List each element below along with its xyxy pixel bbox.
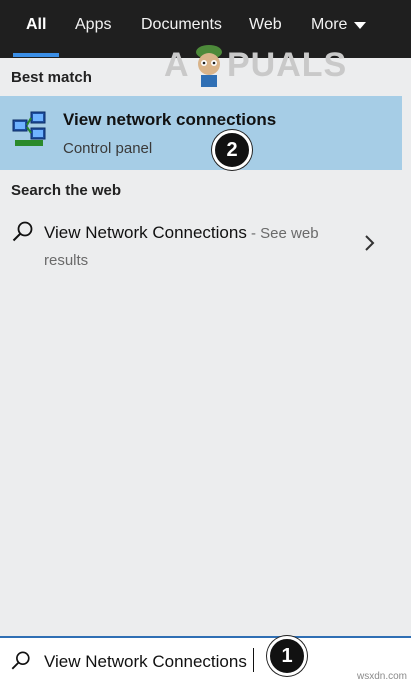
best-match-result[interactable]: View network connections Control panel [0, 96, 402, 170]
web-result-query: View Network Connections [44, 223, 247, 242]
tab-apps[interactable]: Apps [75, 16, 111, 34]
search-web-heading: Search the web [11, 182, 122, 199]
search-icon [11, 651, 30, 670]
result-title: View network connections [63, 110, 277, 129]
result-subtitle: Control panel [63, 140, 153, 157]
tab-web[interactable]: Web [249, 16, 282, 34]
watermark-text-left: A [164, 46, 190, 84]
text-cursor [253, 648, 254, 672]
search-box[interactable] [0, 636, 411, 684]
annotation-badge-1: 1 [267, 636, 307, 676]
tab-more[interactable]: More [311, 16, 347, 34]
chevron-down-icon[interactable] [354, 22, 366, 29]
site-credit: wsxdn.com [356, 671, 407, 682]
web-result-text: View Network Connections - See web resul… [44, 220, 344, 274]
best-match-heading: Best match [11, 69, 92, 86]
web-search-result[interactable]: View Network Connections - See web resul… [0, 208, 402, 272]
watermark-text-right: PUALS [227, 46, 348, 84]
tab-documents[interactable]: Documents [141, 16, 222, 34]
search-icon [12, 221, 33, 242]
chevron-right-icon[interactable] [364, 234, 375, 252]
watermark-mascot-icon [196, 45, 222, 87]
tab-all[interactable]: All [26, 16, 46, 34]
watermark-logo: A PUALS [164, 44, 374, 94]
annotation-badge-2: 2 [212, 130, 252, 170]
network-connections-icon [12, 111, 46, 146]
active-tab-indicator [13, 53, 59, 57]
